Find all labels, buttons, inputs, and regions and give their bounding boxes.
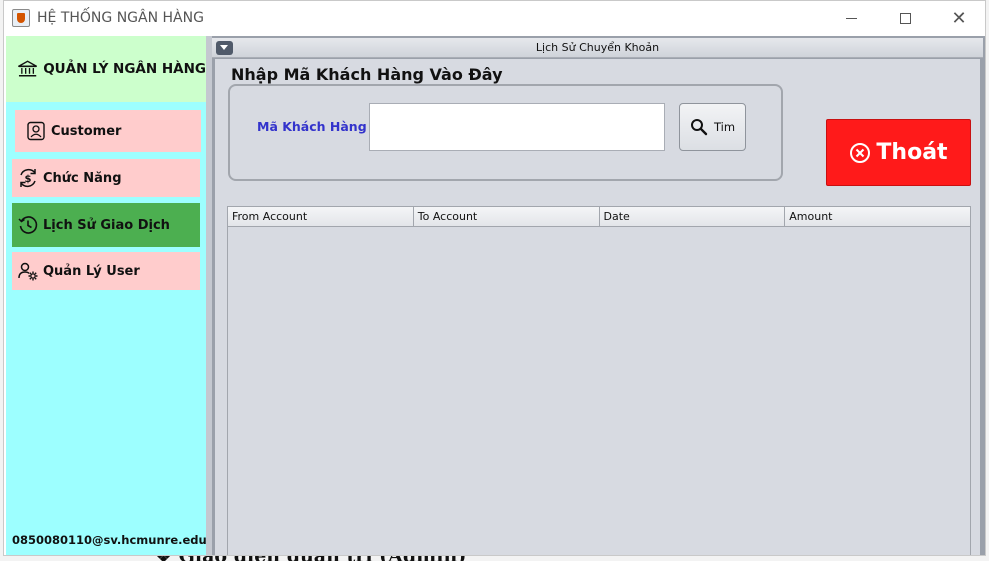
maximize-icon — [899, 13, 911, 24]
internal-frame: Lịch Sử Chuyển Khoản Nhập Mã Khách Hàng … — [212, 36, 985, 555]
table-body[interactable] — [228, 227, 970, 555]
internal-frame-title: Lịch Sử Chuyển Khoản — [535, 41, 660, 54]
sidebar-header-title: QUẢN LÝ NGÂN HÀNG — [43, 61, 206, 77]
minimize-button[interactable] — [824, 1, 878, 36]
section-title: Nhập Mã Khách Hàng Vào Đây — [231, 65, 503, 84]
column-header-from-account[interactable]: From Account — [228, 207, 414, 227]
transfer-history-table: From Account To Account Date Amount — [227, 206, 971, 555]
exit-button-label: Thoát — [876, 140, 948, 165]
history-icon — [18, 216, 38, 234]
sidebar-item-label: Chức Năng — [43, 170, 122, 186]
title-bar: HỆ THỐNG NGÂN HÀNG ✕ — [4, 1, 985, 36]
frame-menu-icon[interactable] — [216, 41, 233, 55]
customer-icon — [27, 121, 45, 141]
search-icon — [690, 119, 708, 136]
minimize-icon — [845, 18, 857, 19]
sidebar: QUẢN LÝ NGÂN HÀNG Customer $ Chức Năng L… — [6, 36, 227, 555]
sidebar-item-lich-su-giao-dich[interactable]: Lịch Sử Giao Dịch — [12, 203, 200, 247]
table-header: From Account To Account Date Amount — [228, 207, 970, 227]
java-app-icon — [12, 9, 30, 27]
close-button[interactable]: ✕ — [932, 1, 985, 36]
sidebar-item-quan-ly-user[interactable]: Quản Lý User — [12, 252, 200, 290]
search-button-label: Tim — [713, 120, 736, 134]
svg-text:$: $ — [25, 174, 32, 185]
customer-id-label: Mã Khách Hàng — [257, 119, 367, 134]
sidebar-item-label: Quản Lý User — [43, 263, 140, 279]
sidebar-header: QUẢN LÝ NGÂN HÀNG — [6, 36, 206, 102]
internal-frame-title-bar: Lịch Sử Chuyển Khoản — [212, 38, 983, 58]
sidebar-item-label: Lịch Sử Giao Dịch — [43, 217, 170, 233]
exit-button[interactable]: Thoát — [826, 119, 971, 186]
user-settings-icon — [18, 262, 38, 281]
app-window: HỆ THỐNG NGÂN HÀNG ✕ QUẢN LÝ NGÂN HÀNG C… — [3, 0, 986, 556]
sidebar-item-label: Customer — [51, 123, 122, 139]
maximize-button[interactable] — [878, 1, 932, 36]
window-title: HỆ THỐNG NGÂN HÀNG — [37, 10, 204, 26]
column-header-date[interactable]: Date — [600, 207, 786, 227]
sidebar-item-chuc-nang[interactable]: $ Chức Năng — [12, 159, 200, 197]
column-header-to-account[interactable]: To Account — [414, 207, 600, 227]
search-button[interactable]: Tim — [679, 103, 746, 151]
close-icon: ✕ — [951, 7, 967, 29]
customer-id-input[interactable] — [369, 103, 665, 151]
circle-x-icon — [850, 142, 871, 163]
money-exchange-icon: $ — [20, 169, 36, 187]
sidebar-item-customer[interactable]: Customer — [15, 110, 201, 152]
bank-icon — [18, 60, 38, 77]
column-header-amount[interactable]: Amount — [785, 207, 970, 227]
internal-frame-body: Nhập Mã Khách Hàng Vào Đây Mã Khách Hàng… — [215, 59, 980, 555]
user-email: 0850080110@sv.hcmunre.edu.vn — [12, 533, 227, 547]
